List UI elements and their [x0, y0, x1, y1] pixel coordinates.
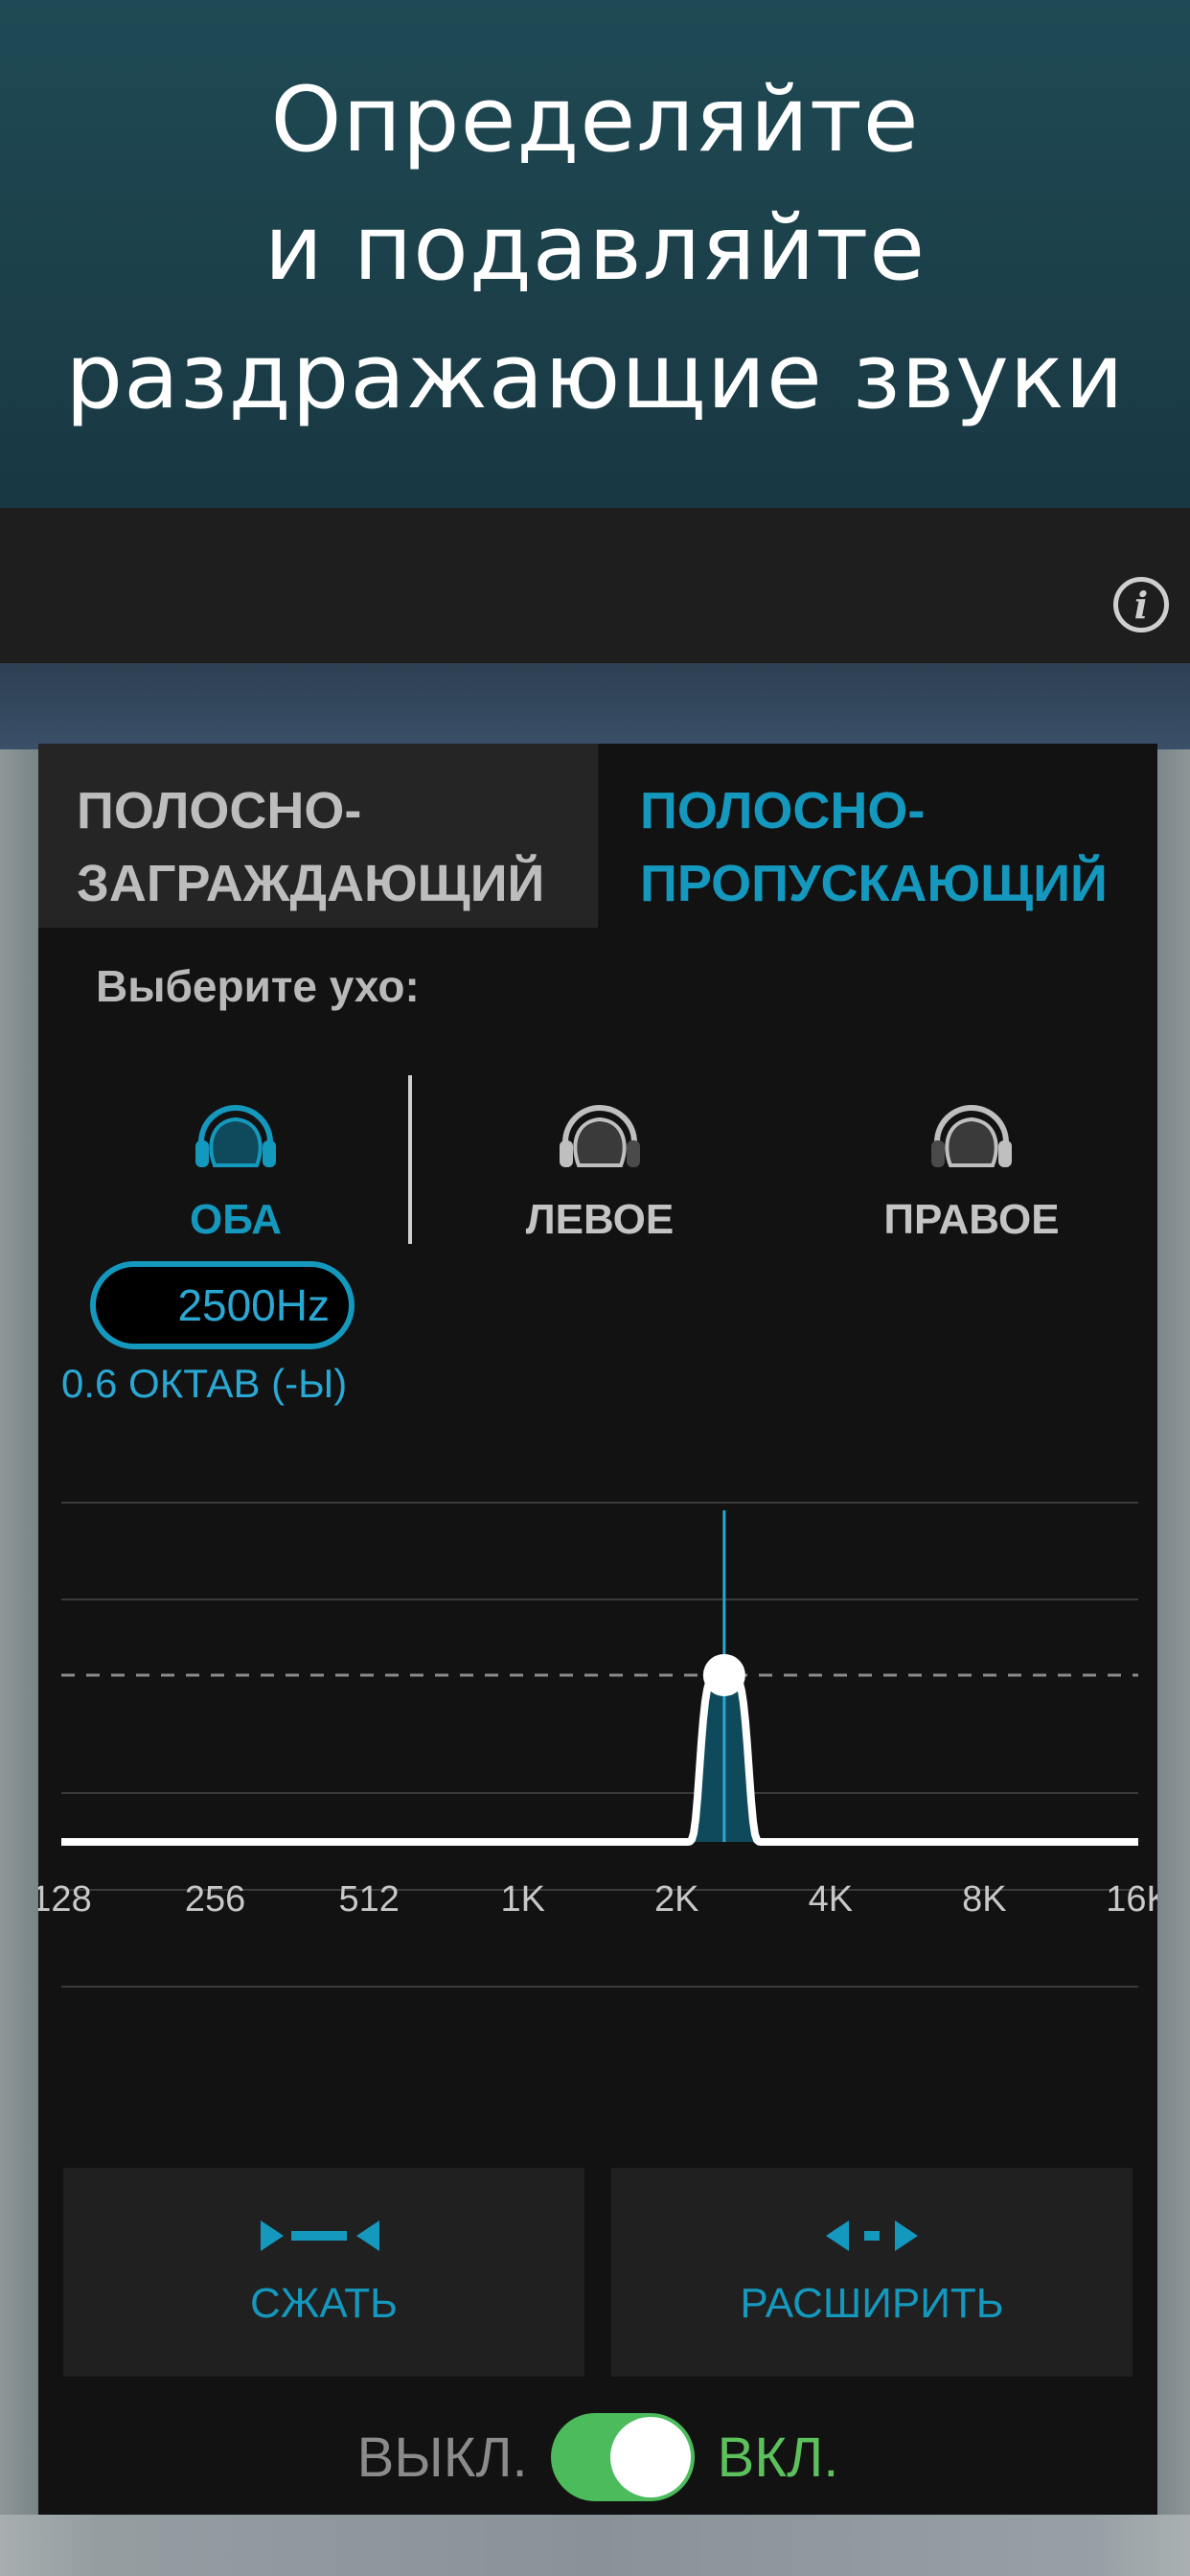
- expand-label: РАСШИРИТЬ: [740, 2280, 1004, 2327]
- ear-label-left: ЛЕВОЕ: [525, 1196, 675, 1243]
- compress-icon: [261, 2220, 379, 2251]
- filter-panel: ПОЛОСНО- ЗАГРАЖДАЮЩИЙ ПОЛОСНО- ПРОПУСКАЮ…: [38, 744, 1157, 2515]
- expand-button[interactable]: РАСШИРИТЬ: [611, 2168, 1133, 2377]
- toggle-knob: [609, 2417, 691, 2497]
- frequency-input[interactable]: 2500Hz: [90, 1261, 355, 1349]
- compress-button[interactable]: СЖАТЬ: [63, 2168, 584, 2377]
- tab-bandpass[interactable]: ПОЛОСНО- ПРОПУСКАЮЩИЙ: [598, 744, 1157, 928]
- ear-option-left[interactable]: ЛЕВОЕ: [456, 1089, 744, 1244]
- x-tick-label: 8K: [962, 1879, 1006, 1920]
- promo-banner: Определяйте и подавляйте раздражающие зв…: [0, 0, 1190, 508]
- ear-option-right[interactable]: ПРАВОЕ: [828, 1089, 1115, 1244]
- x-tick-label: 128: [38, 1879, 92, 1920]
- ear-label-right: ПРАВОЕ: [883, 1196, 1060, 1243]
- x-tick-label: 16K: [1106, 1879, 1157, 1920]
- tab-bandstop[interactable]: ПОЛОСНО- ЗАГРАЖДАЮЩИЙ: [38, 744, 598, 928]
- headphones-icon-left: [560, 1105, 640, 1167]
- info-icon[interactable]: i: [1113, 577, 1169, 632]
- ear-divider: [408, 1075, 412, 1244]
- octave-width-label: 0.6 ОКТАВ (-Ы): [61, 1361, 348, 1406]
- headphones-icon: [195, 1105, 276, 1167]
- banner-title: Определяйте и подавляйте раздражающие зв…: [65, 68, 1125, 429]
- top-bar: i: [0, 508, 1190, 663]
- compress-label: СЖАТЬ: [249, 2280, 399, 2327]
- x-tick-label: 512: [338, 1879, 399, 1920]
- background-image-top: [0, 663, 1190, 749]
- passband-fill: [61, 1675, 1138, 1842]
- x-tick-label: 4K: [809, 1879, 853, 1920]
- headphones-icon-right: [931, 1105, 1012, 1167]
- background-strip: [0, 2515, 1190, 2576]
- x-tick-label: 1K: [500, 1879, 544, 1920]
- toggle-on-label: ВКЛ.: [717, 2426, 839, 2489]
- expand-icon: [826, 2220, 918, 2251]
- x-tick-label: 2K: [654, 1879, 698, 1920]
- power-toggle-row: ВЫКЛ. ВКЛ.: [38, 2411, 1157, 2503]
- frequency-handle: [702, 1654, 745, 1696]
- ear-option-both[interactable]: ОБА: [92, 1089, 379, 1244]
- toggle-off-label: ВЫКЛ.: [356, 2426, 528, 2489]
- ear-label-both: ОБА: [190, 1196, 282, 1243]
- ear-prompt: Выберите ухо:: [96, 961, 420, 1011]
- frequency-chart[interactable]: 128 256 512 1K 2K 4K 8K 16K: [38, 1453, 1157, 2143]
- x-tick-label: 256: [185, 1879, 245, 1920]
- response-curve: [59, 1671, 1140, 1846]
- power-toggle[interactable]: [550, 2413, 695, 2501]
